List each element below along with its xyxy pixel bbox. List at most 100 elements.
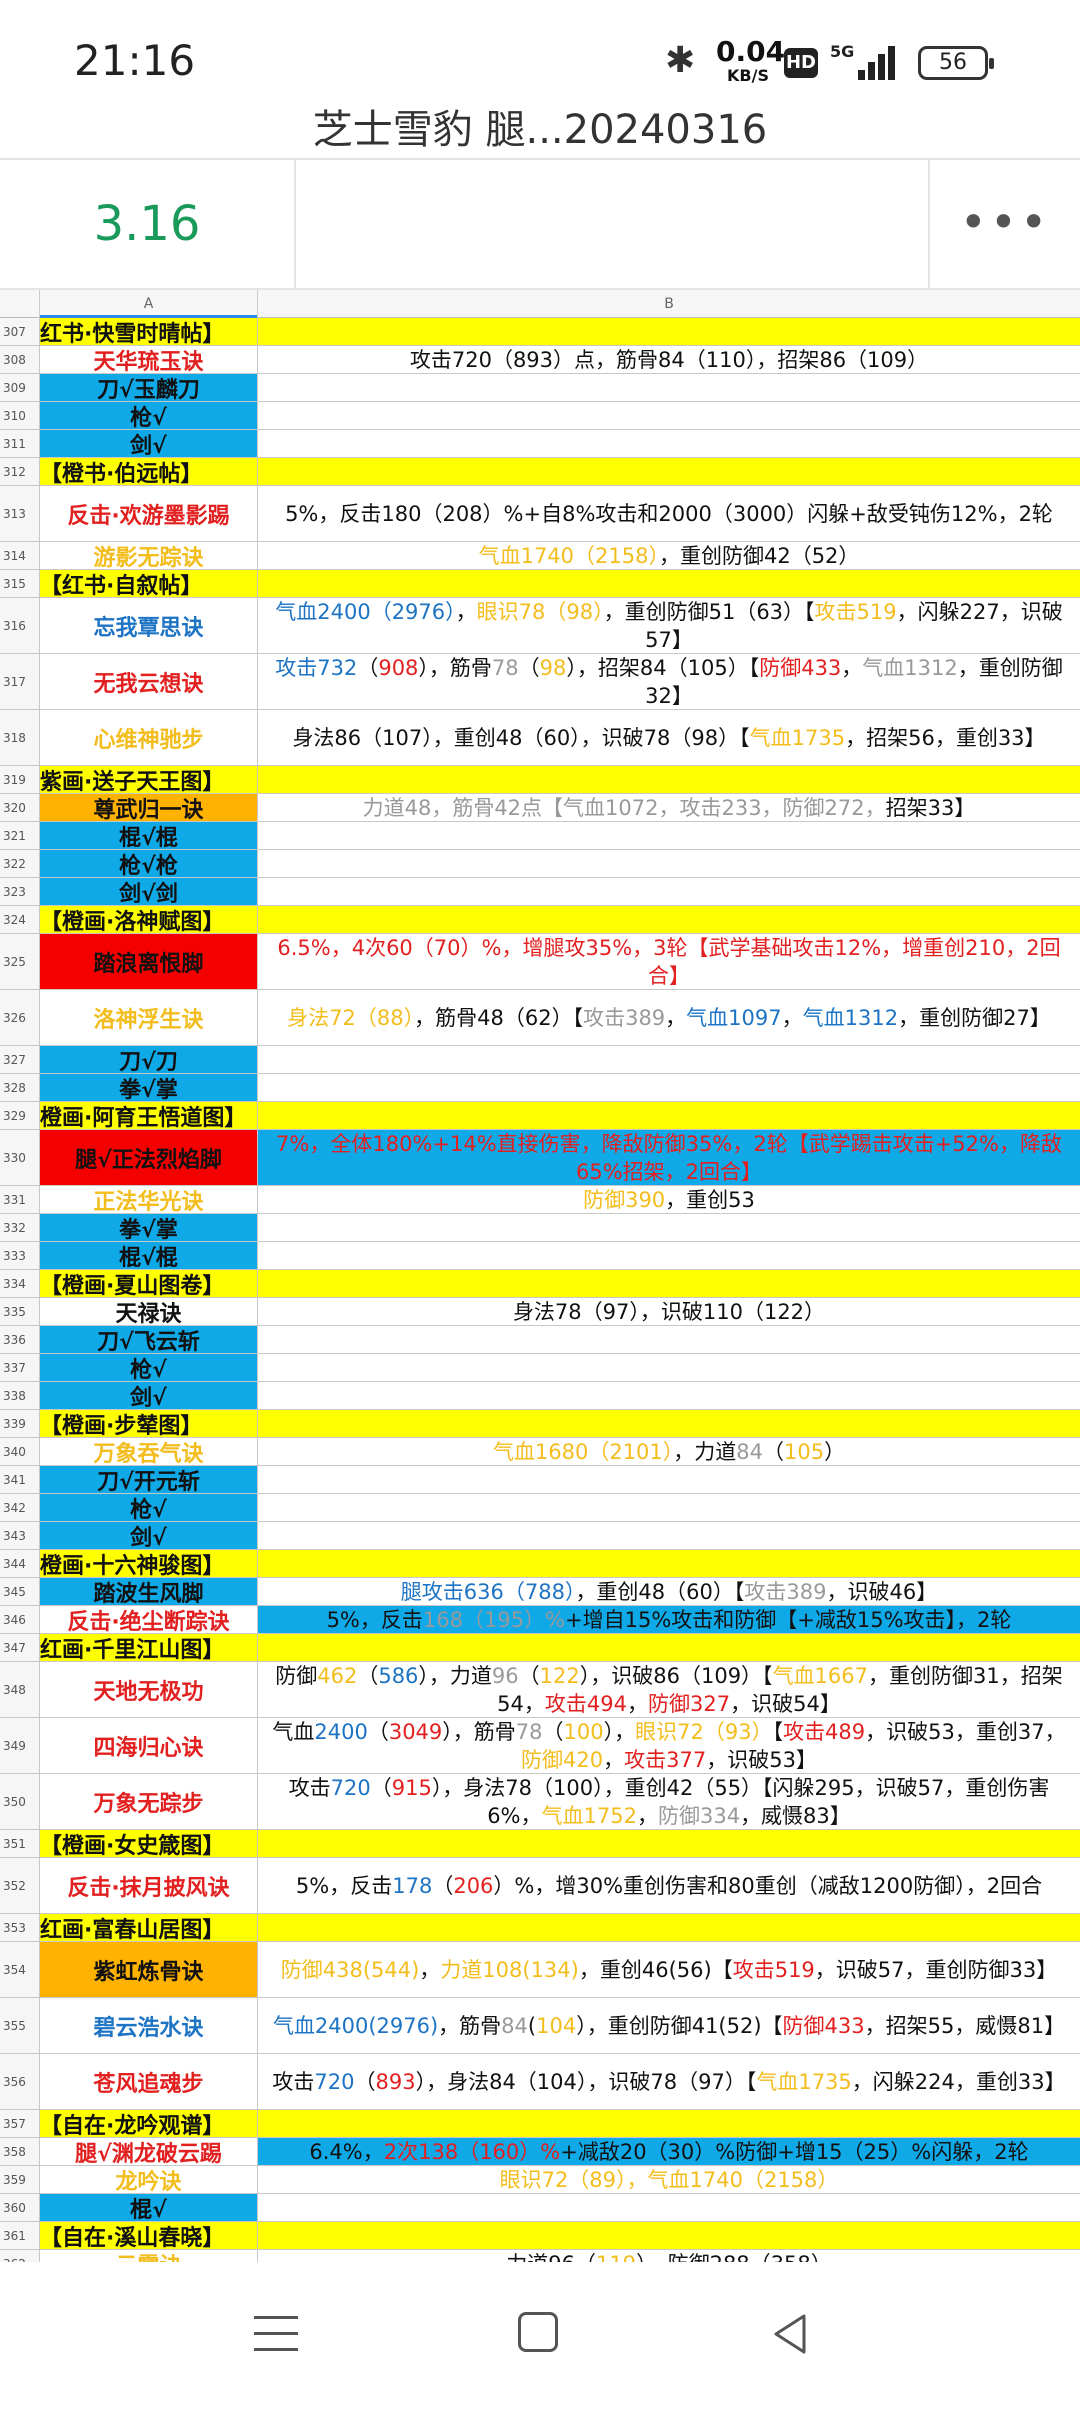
cell-a[interactable]: 紫虹炼骨诀 <box>40 1942 258 1997</box>
table-row[interactable]: 327 刀√刀 <box>0 1046 1080 1074</box>
row-number[interactable]: 323 <box>0 878 40 905</box>
row-number[interactable]: 317 <box>0 654 40 709</box>
table-row[interactable]: 338 剑√ <box>0 1382 1080 1410</box>
cell-a[interactable]: 正法华光诀 <box>40 1186 258 1213</box>
cell-a[interactable]: 游影无踪诀 <box>40 542 258 569</box>
cell-a[interactable]: 天地无极功 <box>40 1662 258 1717</box>
cell-b[interactable]: 眼识72（89），气血1740（2158） <box>258 2166 1080 2193</box>
table-row[interactable]: 323 剑√剑 <box>0 878 1080 906</box>
cell-b[interactable]: 攻击720（893）点，筋骨84（110），招架86（109） <box>258 346 1080 373</box>
row-number[interactable]: 330 <box>0 1130 40 1185</box>
spreadsheet-grid[interactable]: A B 307 红书·快雪时晴帖】 308 天华琉玉诀 攻击720（893）点，筋骨84… <box>0 290 1080 2262</box>
table-row[interactable]: 311 剑√ <box>0 430 1080 458</box>
cell-a[interactable]: 棍√ <box>40 2194 258 2221</box>
cell-a[interactable]: 龙吟诀 <box>40 2166 258 2193</box>
cell-a[interactable]: 剑√ <box>40 430 258 457</box>
cell-a[interactable]: 【橙画·女史箴图】 <box>40 1830 258 1857</box>
cell-b[interactable]: 防御390，重创53 <box>258 1186 1080 1213</box>
table-row[interactable]: 352 反击·抹月披风诀 5%，反击178（206）%，增30%重创伤害和80重创（… <box>0 1858 1080 1914</box>
cell-a[interactable]: 刀√开元斩 <box>40 1466 258 1493</box>
table-row[interactable]: 358 腿√渊龙破云踢 6.4%，2次138（160）%+减敌20（30）%防御+增… <box>0 2138 1080 2166</box>
table-row[interactable]: 321 棍√棍 <box>0 822 1080 850</box>
row-number[interactable]: 353 <box>0 1914 40 1941</box>
cell-a[interactable]: 踏波生风脚 <box>40 1578 258 1605</box>
cell-b[interactable]: 7%，全体180%+14%直接伤害，降敌防御35%，2轮【武学踢击攻击+52%，… <box>258 1130 1080 1185</box>
table-row[interactable]: 333 棍√棍 <box>0 1242 1080 1270</box>
row-number[interactable]: 361 <box>0 2222 40 2249</box>
cell-a[interactable]: 反击·抹月披风诀 <box>40 1858 258 1913</box>
section-header-row[interactable]: 344 橙画·十六神骏图】 <box>0 1550 1080 1578</box>
table-row[interactable]: 340 万象吞气诀 气血1680（2101），力道84（105） <box>0 1438 1080 1466</box>
cell-a[interactable]: 橙画·阿育王悟道图】 <box>40 1102 258 1129</box>
cell-a[interactable]: 紫画·送子天王图】 <box>40 766 258 793</box>
cell-a[interactable]: 万象无踪步 <box>40 1774 258 1829</box>
cell-reference[interactable]: 3.16 <box>0 160 296 288</box>
cell-b[interactable] <box>258 1830 1080 1857</box>
cell-b[interactable]: 气血2400（2976），眼识78（98），重创防御51（63）【攻击519，闪… <box>258 598 1080 653</box>
table-row[interactable]: 356 苍风追魂步 攻击720（893），身法84（104），识破78（97）【气血… <box>0 2054 1080 2110</box>
cell-b[interactable] <box>258 1326 1080 1353</box>
row-number[interactable]: 309 <box>0 374 40 401</box>
table-row[interactable]: 313 反击·欢游墨影踢 5%，反击180（208）%+自8%攻击和2000（300… <box>0 486 1080 542</box>
row-number[interactable]: 331 <box>0 1186 40 1213</box>
row-number[interactable]: 337 <box>0 1354 40 1381</box>
table-row[interactable]: 360 棍√ <box>0 2194 1080 2222</box>
cell-a[interactable]: 【橙书·伯远帖】 <box>40 458 258 485</box>
row-number[interactable]: 347 <box>0 1634 40 1661</box>
section-header-row[interactable]: 357 【自在·龙吟观谱】 <box>0 2110 1080 2138</box>
section-header-row[interactable]: 329 橙画·阿育王悟道图】 <box>0 1102 1080 1130</box>
section-header-row[interactable]: 334 【橙画·夏山图卷】 <box>0 1270 1080 1298</box>
cell-b[interactable] <box>258 458 1080 485</box>
table-row[interactable]: 336 刀√飞云斩 <box>0 1326 1080 1354</box>
cell-b[interactable] <box>258 1410 1080 1437</box>
table-row[interactable]: 317 无我云想诀 攻击732（908），筋骨78（98），招架84（105）【防御… <box>0 654 1080 710</box>
row-number[interactable]: 311 <box>0 430 40 457</box>
column-header-b[interactable]: B <box>258 290 1080 318</box>
cell-a[interactable]: 【自在·溪山春晓】 <box>40 2222 258 2249</box>
table-row[interactable]: 335 天禄诀 身法78（97），识破110（122） <box>0 1298 1080 1326</box>
cell-a[interactable]: 四海归心诀 <box>40 1718 258 1773</box>
cell-a[interactable]: 忘我覃思诀 <box>40 598 258 653</box>
cell-b[interactable] <box>258 318 1080 345</box>
row-number[interactable]: 355 <box>0 1998 40 2053</box>
cell-b[interactable]: 攻击720（915），身法78（100），重创42（55）【闪躲295，识破57… <box>258 1774 1080 1829</box>
table-row[interactable]: 349 四海归心诀 气血2400（3049），筋骨78（100），眼识72（93）【… <box>0 1718 1080 1774</box>
cell-b[interactable] <box>258 1494 1080 1521</box>
cell-a[interactable]: 反击·欢游墨影踢 <box>40 486 258 541</box>
cell-b[interactable] <box>258 906 1080 933</box>
cell-b[interactable] <box>258 878 1080 905</box>
table-row[interactable]: 308 天华琉玉诀 攻击720（893）点，筋骨84（110），招架86（109） <box>0 346 1080 374</box>
table-row[interactable]: 310 枪√ <box>0 402 1080 430</box>
cell-b[interactable]: 防御462（586），力道96（122），识破86（109）【气血1667，重创… <box>258 1662 1080 1717</box>
cell-b[interactable] <box>258 430 1080 457</box>
table-row[interactable]: 341 刀√开元斩 <box>0 1466 1080 1494</box>
table-row[interactable]: 343 剑√ <box>0 1522 1080 1550</box>
cell-b[interactable]: 力道48，筋骨42点【气血1072，攻击233，防御272，招架33】 <box>258 794 1080 821</box>
table-row[interactable]: 331 正法华光诀 防御390，重创53 <box>0 1186 1080 1214</box>
cell-a[interactable]: 枪√枪 <box>40 850 258 877</box>
section-header-row[interactable]: 361 【自在·溪山春晓】 <box>0 2222 1080 2250</box>
row-number[interactable]: 344 <box>0 1550 40 1577</box>
more-options-icon[interactable]: ••• <box>930 160 1080 288</box>
row-number[interactable]: 352 <box>0 1858 40 1913</box>
table-row[interactable]: 350 万象无踪步 攻击720（915），身法78（100），重创42（55）【闪躲… <box>0 1774 1080 1830</box>
formula-bar[interactable] <box>296 160 930 288</box>
row-number[interactable]: 328 <box>0 1074 40 1101</box>
cell-b[interactable] <box>258 766 1080 793</box>
table-row[interactable]: 355 碧云浩水诀 气血2400(2976)，筋骨84(104），重创防御41(52… <box>0 1998 1080 2054</box>
row-number[interactable]: 336 <box>0 1326 40 1353</box>
cell-b[interactable]: 力道96（119），防御288（358） <box>258 2250 1080 2263</box>
table-row[interactable]: 332 拳√掌 <box>0 1214 1080 1242</box>
row-number[interactable]: 357 <box>0 2110 40 2137</box>
cell-a[interactable]: 天华琉玉诀 <box>40 346 258 373</box>
row-number[interactable]: 325 <box>0 934 40 989</box>
row-number[interactable]: 351 <box>0 1830 40 1857</box>
row-number[interactable]: 345 <box>0 1578 40 1605</box>
row-number[interactable]: 338 <box>0 1382 40 1409</box>
cell-a[interactable]: 剑√ <box>40 1522 258 1549</box>
cell-b[interactable]: 腿攻击636（788），重创48（60）【攻击389，识破46】 <box>258 1578 1080 1605</box>
cell-a[interactable]: 腿√正法烈焰脚 <box>40 1130 258 1185</box>
cell-b[interactable]: 攻击732（908），筋骨78（98），招架84（105）【防御433，气血13… <box>258 654 1080 709</box>
cell-b[interactable] <box>258 1354 1080 1381</box>
cell-a[interactable]: 踏浪离恨脚 <box>40 934 258 989</box>
